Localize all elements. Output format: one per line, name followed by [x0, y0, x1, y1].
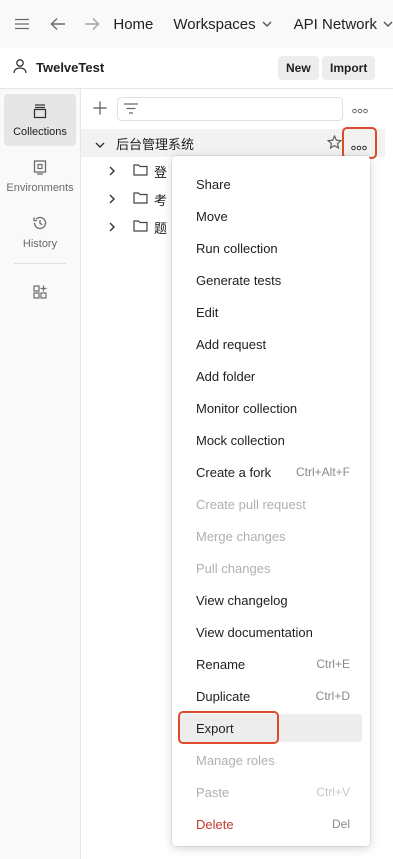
- folder-name: 题: [154, 220, 168, 236]
- sidebar-item-label: History: [22, 237, 58, 250]
- menu-item-label: Pull changes: [196, 560, 271, 576]
- chevron-down-icon: [383, 18, 393, 30]
- menu-item-duplicate[interactable]: Duplicate Ctrl+D: [178, 682, 362, 710]
- filter-input[interactable]: [117, 97, 343, 121]
- left-sidebar: Collections Environments History: [0, 89, 81, 859]
- user-icon: [12, 58, 28, 77]
- menu-item-manage-roles: Manage roles: [178, 746, 362, 774]
- menu-item-mock-collection[interactable]: Mock collection: [178, 426, 362, 454]
- menu-item-view-changelog[interactable]: View changelog: [178, 586, 362, 614]
- environments-icon: [32, 159, 48, 178]
- menu-item-shortcut: Ctrl+Alt+F: [295, 465, 350, 479]
- menu-item-label: Merge changes: [196, 528, 286, 544]
- collection-row[interactable]: 后台管理系统: [81, 129, 385, 157]
- menu-item-label: Rename: [196, 656, 246, 672]
- nav-api-network[interactable]: API Network: [294, 16, 393, 33]
- nav-workspaces-label: Workspaces: [173, 15, 256, 33]
- menu-item-pull-changes: Pull changes: [178, 554, 362, 582]
- filter-icon: [124, 102, 138, 117]
- menu-item-label: Share: [196, 176, 231, 192]
- hamburger-menu-icon[interactable]: [13, 14, 31, 34]
- sidebar-item-collections[interactable]: Collections: [4, 94, 76, 146]
- more-options-icon[interactable]: [352, 102, 368, 117]
- menu-item-monitor-collection[interactable]: Monitor collection: [178, 394, 362, 422]
- workspace-header: TwelveTest New Import: [0, 48, 393, 89]
- collection-name: 后台管理系统: [116, 136, 195, 152]
- highlight-export: [178, 711, 279, 744]
- menu-item-paste: Paste Ctrl+V: [178, 778, 362, 806]
- chevron-right-icon[interactable]: [109, 192, 115, 207]
- collections-icon: [32, 103, 48, 122]
- menu-item-create-fork[interactable]: Create a fork Ctrl+Alt+F: [178, 458, 362, 486]
- menu-item-label: Mock collection: [196, 432, 285, 448]
- menu-item-label: Delete: [196, 816, 234, 832]
- menu-item-merge-changes: Merge changes: [178, 522, 362, 550]
- menu-item-label: Manage roles: [196, 752, 275, 768]
- menu-item-shortcut: Ctrl+D: [315, 689, 350, 703]
- nav-workspaces[interactable]: Workspaces: [173, 15, 272, 33]
- nav-api-network-label: API Network: [293, 15, 378, 33]
- menu-item-create-pull-request: Create pull request: [178, 490, 362, 518]
- history-icon: [32, 215, 48, 234]
- back-arrow-icon[interactable]: [49, 14, 67, 34]
- menu-item-label: Create pull request: [196, 496, 306, 512]
- chevron-down-icon: [262, 18, 272, 30]
- folder-icon: [133, 191, 148, 207]
- folder-icon: [133, 219, 148, 235]
- add-widget-icon: [32, 284, 48, 303]
- sidebar-item-history[interactable]: History: [4, 206, 76, 258]
- menu-item-shortcut: Del: [331, 817, 350, 831]
- menu-item-rename[interactable]: Rename Ctrl+E: [178, 650, 362, 678]
- menu-item-label: Monitor collection: [196, 400, 298, 416]
- menu-item-label: View documentation: [196, 624, 313, 640]
- menu-item-label: Edit: [196, 304, 219, 320]
- menu-item-shortcut: Ctrl+E: [316, 657, 350, 671]
- sidebar-item-label: Collections: [13, 125, 67, 138]
- nav-home[interactable]: Home: [113, 16, 153, 33]
- menu-item-share[interactable]: Share: [178, 170, 362, 198]
- menu-item-add-request[interactable]: Add request: [178, 330, 362, 358]
- chevron-right-icon[interactable]: [109, 220, 115, 235]
- folder-name: 考: [154, 192, 168, 208]
- folder-name: 登: [154, 164, 168, 180]
- top-bar: Home Workspaces API Network: [0, 0, 393, 49]
- menu-item-shortcut: Ctrl+V: [316, 785, 350, 799]
- chevron-right-icon[interactable]: [109, 164, 115, 179]
- import-button[interactable]: Import: [322, 56, 376, 80]
- sidebar-divider: [14, 263, 66, 264]
- sidebar-item-label: Environments: [6, 181, 74, 194]
- menu-item-generate-tests[interactable]: Generate tests: [178, 266, 362, 294]
- workspace-title[interactable]: TwelveTest: [12, 58, 104, 77]
- menu-item-label: Move: [196, 208, 228, 224]
- menu-item-delete[interactable]: Delete Del: [178, 810, 362, 838]
- menu-item-add-folder[interactable]: Add folder: [178, 362, 362, 390]
- nav-home-label: Home: [113, 15, 154, 33]
- menu-item-label: View changelog: [196, 592, 288, 608]
- menu-item-label: Create a fork: [196, 464, 272, 480]
- menu-item-label: Duplicate: [196, 688, 251, 704]
- chevron-down-icon[interactable]: [95, 136, 105, 151]
- plus-icon[interactable]: [93, 101, 107, 118]
- menu-item-label: Add request: [196, 336, 267, 352]
- menu-item-edit[interactable]: Edit: [178, 298, 362, 326]
- new-button[interactable]: New: [278, 56, 319, 80]
- folder-icon: [133, 163, 148, 179]
- sidebar-item-environments[interactable]: Environments: [4, 150, 76, 202]
- menu-item-label: Run collection: [196, 240, 278, 256]
- menu-item-run-collection[interactable]: Run collection: [178, 234, 362, 262]
- menu-item-move[interactable]: Move: [178, 202, 362, 230]
- star-icon[interactable]: [326, 134, 343, 153]
- highlight-more-options: [342, 127, 377, 159]
- sidebar-item-configure[interactable]: [4, 267, 76, 319]
- menu-item-view-documentation[interactable]: View documentation: [178, 618, 362, 646]
- menu-item-label: Add folder: [196, 368, 256, 384]
- workspace-name: TwelveTest: [36, 60, 105, 75]
- menu-item-label: Generate tests: [196, 272, 282, 288]
- menu-item-label: Paste: [196, 784, 230, 800]
- forward-arrow-icon[interactable]: [83, 14, 101, 34]
